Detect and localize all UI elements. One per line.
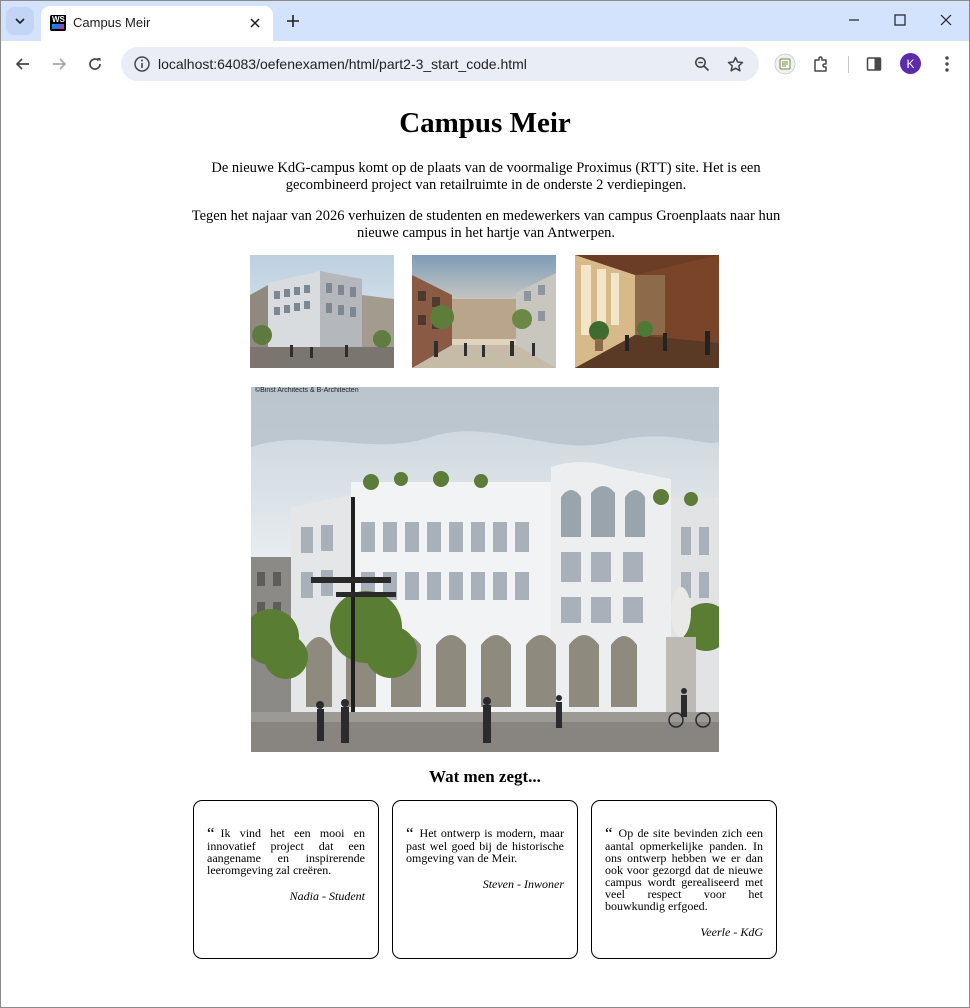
arrow-left-icon [15, 58, 29, 70]
zoom-button[interactable] [692, 54, 712, 74]
testimonial-card: “Op de site bevinden zich een aantal opm… [591, 800, 777, 959]
arrow-right-icon [53, 58, 67, 70]
browser-chrome: WS Campus Meir localhost:64083/oefenexam… [0, 0, 970, 88]
testimonial-quote: Ik vind het een mooi en innovatief proje… [207, 826, 365, 877]
star-icon [727, 56, 743, 72]
zoom-out-icon [695, 57, 710, 72]
testimonial-author: Steven - Inwoner [482, 877, 564, 891]
hero-image-campus: ©Binst Architects & B-Architecten [251, 387, 719, 752]
extensions-menu-button[interactable] [807, 50, 835, 78]
tab-strip: WS Campus Meir [0, 0, 970, 41]
intro-paragraph-1: De nieuwe KdG-campus komt op de plaats v… [211, 160, 761, 193]
minimize-button[interactable] [832, 6, 876, 34]
intro-paragraph-2: Tegen het najaar van 2026 verhuizen de s… [191, 208, 781, 241]
testimonial-author: Nadia - Student [289, 889, 365, 903]
chevron-down-icon [15, 18, 25, 25]
tab-close-button[interactable] [245, 13, 265, 33]
webstorm-favicon-icon: WS [50, 15, 66, 31]
info-icon[interactable] [133, 55, 151, 73]
side-panel-button[interactable] [860, 50, 888, 78]
thumbnail-interior [575, 255, 719, 368]
url-text[interactable]: localhost:64083/oefenexamen/html/part2-3… [158, 56, 527, 72]
close-icon [250, 18, 260, 28]
thumbnail-building-exterior [250, 255, 394, 368]
bookmark-button[interactable] [725, 54, 745, 74]
close-window-button[interactable] [924, 6, 968, 34]
testimonial-author: Veerle - KdG [700, 925, 763, 939]
reload-icon [89, 58, 101, 70]
browser-menu-button[interactable] [933, 50, 961, 78]
address-bar[interactable]: localhost:64083/oefenexamen/html/part2-3… [121, 47, 759, 81]
tab-title: Campus Meir [73, 15, 151, 30]
testimonial-quote: Het ontwerp is modern, maar past wel goe… [406, 826, 564, 865]
toolbar-divider [848, 56, 849, 73]
page-content: Campus Meir De nieuwe KdG-campus komt op… [1, 88, 969, 1007]
maximize-icon [894, 14, 906, 26]
testimonial-card: “Het ontwerp is modern, maar past wel go… [392, 800, 578, 959]
hero-image-credit: ©Binst Architects & B-Architecten [255, 387, 359, 394]
forward-button[interactable] [45, 50, 73, 78]
page-title: Campus Meir [399, 107, 571, 139]
reload-button[interactable] [81, 50, 109, 78]
puzzle-icon [814, 56, 827, 72]
testimonial-card: “Ik vind het een mooi en innovatief proj… [193, 800, 379, 959]
testimonial-quote: Op de site bevinden zich een aantal opme… [605, 826, 763, 913]
close-icon [940, 14, 952, 26]
browser-toolbar: localhost:64083/oefenexamen/html/part2-3… [0, 41, 970, 88]
extension-button[interactable] [771, 50, 799, 78]
new-tab-button[interactable] [281, 9, 305, 33]
thumbnail-courtyard [412, 255, 556, 368]
minimize-icon [849, 19, 859, 21]
back-button[interactable] [9, 50, 37, 78]
testimonials-heading: Wat men zegt... [429, 767, 541, 786]
maximize-button[interactable] [878, 6, 922, 34]
tab-search-button[interactable] [6, 7, 34, 35]
plus-icon [287, 15, 299, 27]
side-panel-icon [866, 57, 882, 71]
reader-extension-icon [774, 53, 796, 75]
profile-avatar[interactable]: K [900, 53, 921, 74]
tab-active[interactable]: WS Campus Meir [41, 6, 273, 41]
more-vert-icon [945, 56, 949, 72]
